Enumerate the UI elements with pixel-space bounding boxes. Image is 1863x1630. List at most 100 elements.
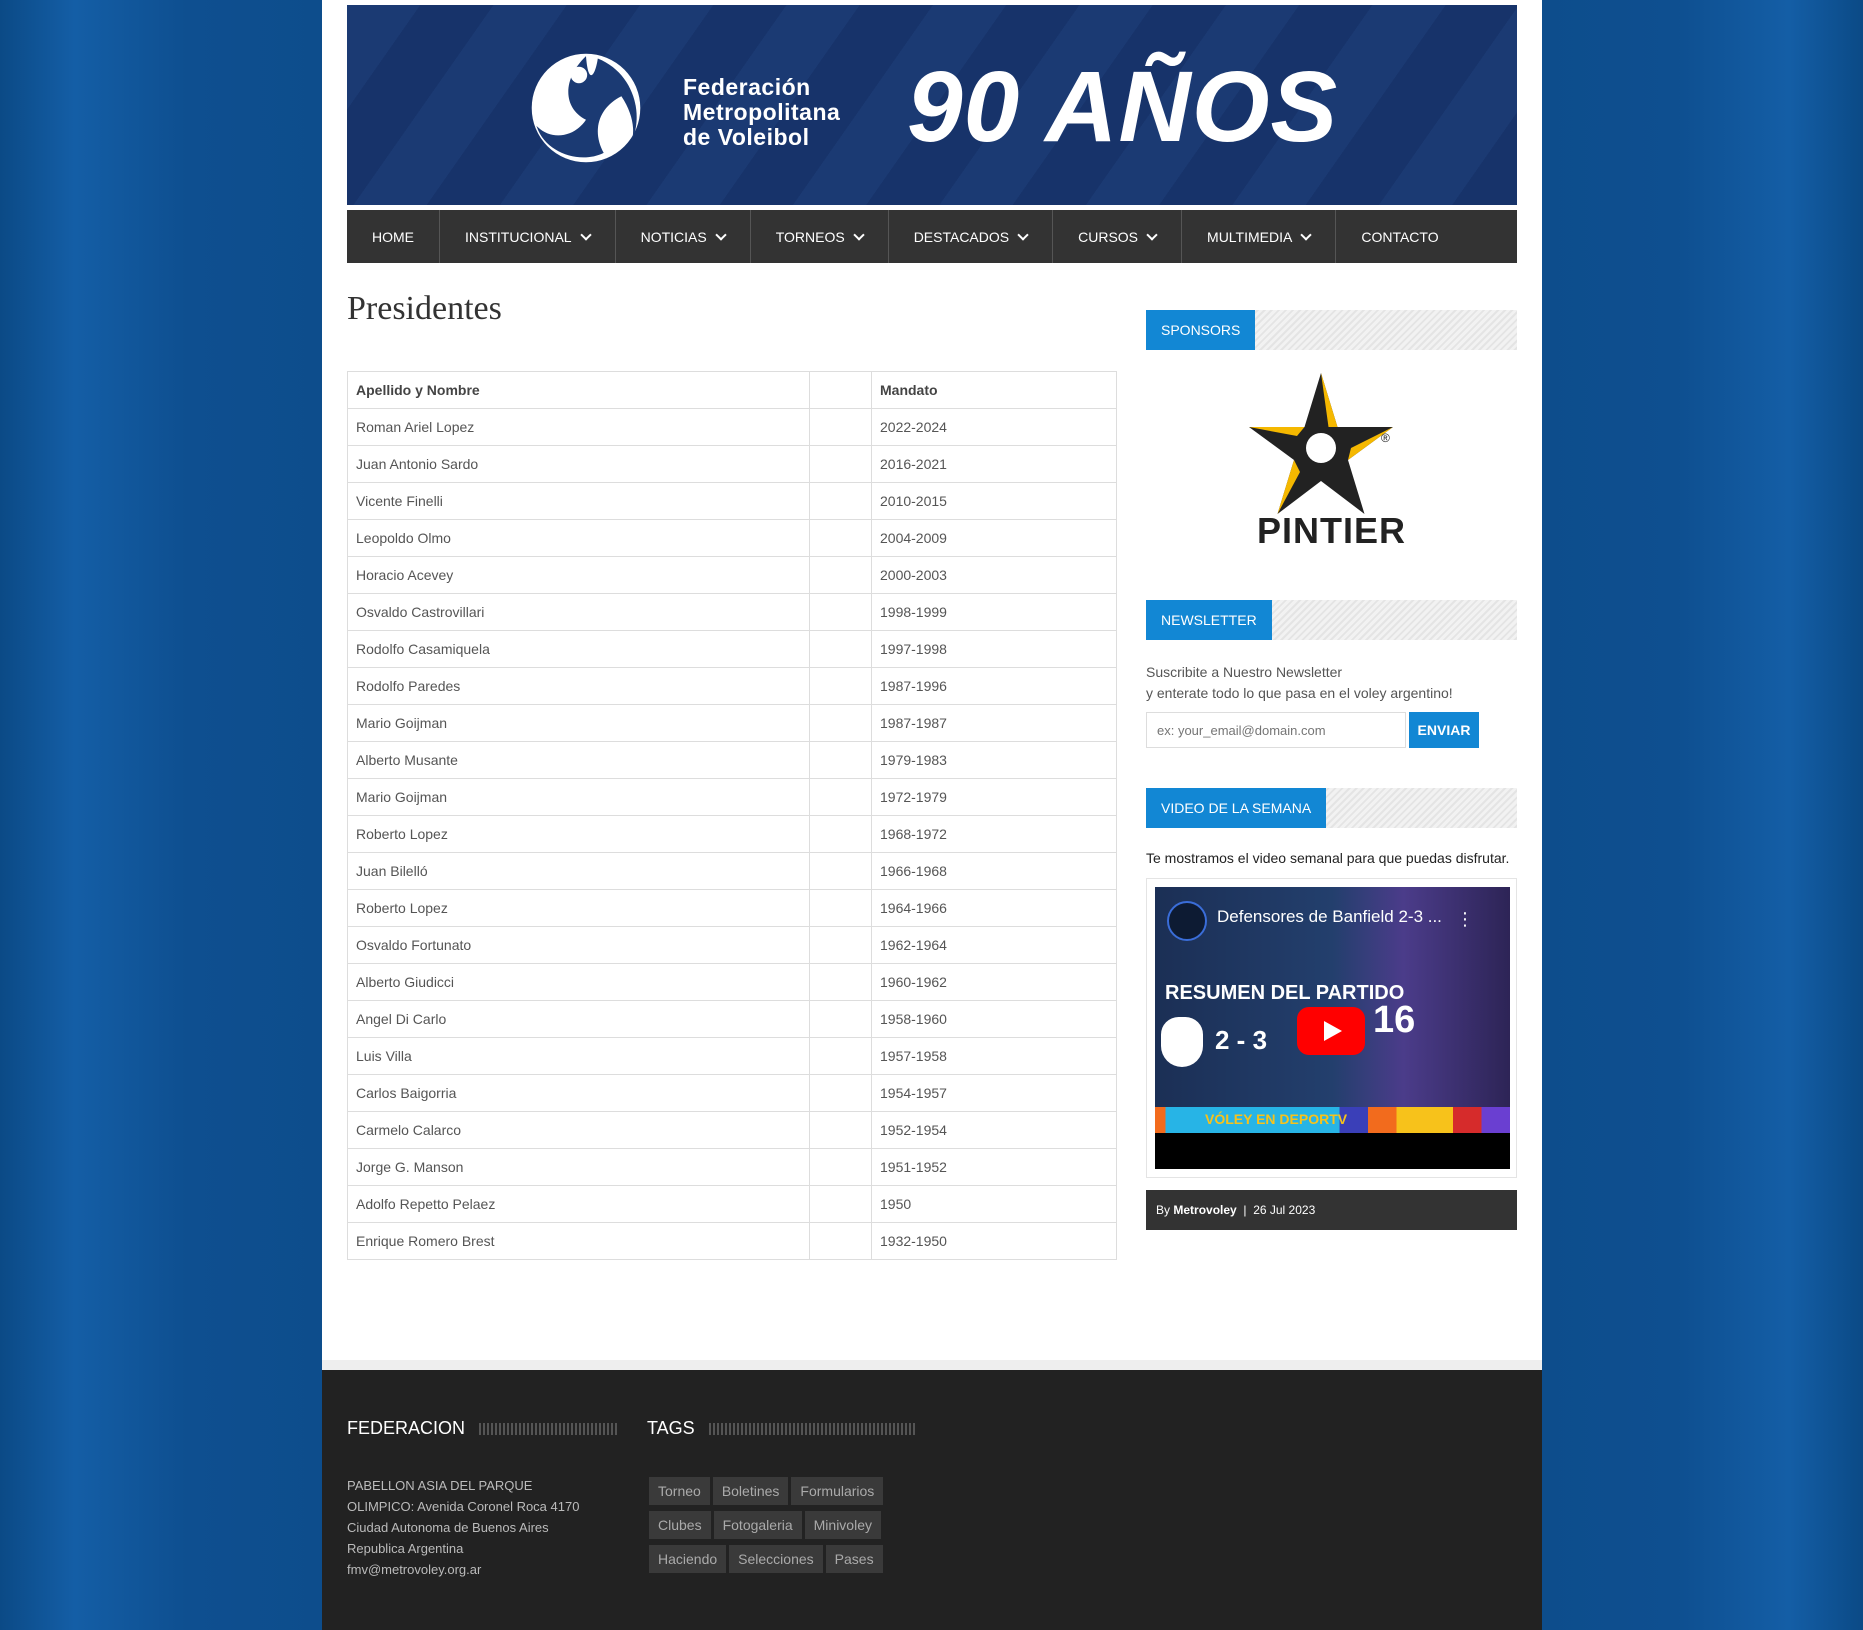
page-title: Presidentes [347, 290, 502, 327]
nav-institucional[interactable]: INSTITUCIONAL [440, 210, 616, 263]
nav-cursos[interactable]: CURSOS [1053, 210, 1183, 263]
mandate-years: 1979-1983 [871, 741, 1117, 779]
blank-cell [809, 1074, 872, 1112]
video-widget-header: VIDEO DE LA SEMANA [1146, 788, 1517, 828]
more-options-icon[interactable]: ⋮ [1456, 909, 1474, 930]
video-player[interactable]: Defensores de Banfield 2-3 ... ⋮ RESUMEN… [1155, 887, 1510, 1169]
tag-clubes[interactable]: Clubes [649, 1511, 711, 1539]
blank-cell [809, 556, 872, 594]
tag-torneo[interactable]: Torneo [649, 1477, 710, 1505]
nav-torneos[interactable]: TORNEOS [751, 210, 889, 263]
pintier-star-icon: ® [1249, 373, 1393, 514]
presidents-table: Apellido y Nombre Mandato Roman Ariel Lo… [347, 371, 1117, 1260]
nav-contacto[interactable]: CONTACTO [1336, 210, 1463, 263]
video-embed[interactable]: Defensores de Banfield 2-3 ... ⋮ RESUMEN… [1146, 878, 1517, 1178]
footer-email-link[interactable]: fmv@metrovoley.org.ar [347, 1559, 617, 1580]
meta-date: 26 Jul 2023 [1253, 1203, 1316, 1217]
mandate-years: 2004-2009 [871, 519, 1117, 557]
table-row: Roman Ariel Lopez 2022-2024 [347, 408, 1117, 446]
footer-address: PABELLON ASIA DEL PARQUE OLIMPICO: Aveni… [347, 1475, 617, 1580]
newsletter-line2: y enterate todo lo que pasa en el voley … [1146, 685, 1453, 701]
header-banner[interactable]: Federación Metropolitana de Voleibol 90 … [347, 5, 1517, 205]
tag-boletines[interactable]: Boletines [712, 1477, 789, 1505]
table-row: Mario Goijman 1972-1979 [347, 778, 1117, 816]
table-row: Rodolfo Casamiquela 1997-1998 [347, 630, 1117, 668]
president-name: Vicente Finelli [347, 482, 810, 520]
nav-multimedia[interactable]: MULTIMEDIA [1182, 210, 1337, 263]
president-name: Rodolfo Paredes [347, 667, 810, 705]
blank-cell [809, 1111, 872, 1149]
footer-federacion-header: FEDERACION [347, 1418, 620, 1439]
mandate-years: 1958-1960 [871, 1000, 1117, 1038]
mandate-years: 1962-1964 [871, 926, 1117, 964]
video-strip-text: VÓLEY EN DEPORTV [1205, 1111, 1348, 1127]
video-description: Te mostramos el video semanal para que p… [1146, 850, 1510, 866]
sponsor-logo[interactable]: ® PINTIER [1146, 370, 1517, 551]
header-dots-divider [479, 1423, 620, 1436]
blank-cell [809, 778, 872, 816]
team-crest-icon [1161, 1017, 1203, 1067]
blank-cell [809, 926, 872, 964]
table-row: Jorge G. Manson 1951-1952 [347, 1148, 1117, 1186]
president-name: Angel Di Carlo [347, 1000, 810, 1038]
chevron-down-icon [1300, 228, 1313, 241]
blank-cell [809, 630, 872, 668]
mandate-years: 1964-1966 [871, 889, 1117, 927]
table-row: Roberto Lopez 1968-1972 [347, 815, 1117, 853]
mandate-years: 1932-1950 [871, 1222, 1117, 1260]
header-dots-divider [708, 1423, 917, 1436]
meta-author-link[interactable]: Metrovoley [1173, 1203, 1236, 1217]
tag-selecciones[interactable]: Selecciones [729, 1545, 823, 1573]
table-row: Vicente Finelli 2010-2015 [347, 482, 1117, 520]
president-name: Juan Bilelló [347, 852, 810, 890]
tag-haciendo[interactable]: Haciendo [649, 1545, 727, 1573]
blank-cell [809, 963, 872, 1001]
mandate-years: 2010-2015 [871, 482, 1117, 520]
video-bottom-bar [1155, 1133, 1510, 1169]
video-meta: By Metrovoley | 26 Jul 2023 [1146, 1190, 1517, 1230]
video-overlay-score: 2 - 3 [1215, 1025, 1268, 1055]
newsletter-widget-header: NEWSLETTER [1146, 600, 1517, 640]
blank-cell [809, 667, 872, 705]
play-button-icon[interactable] [1297, 1007, 1365, 1055]
video-widget-title: VIDEO DE LA SEMANA [1146, 788, 1327, 828]
newsletter-line1: Suscribite a Nuestro Newsletter [1146, 664, 1343, 680]
chevron-down-icon [853, 228, 865, 241]
table-header-row: Apellido y Nombre Mandato [347, 371, 1117, 409]
federation-name-line2: Metropolitana [683, 99, 841, 125]
tag-fotogaleria[interactable]: Fotogaleria [713, 1511, 802, 1539]
player-jersey-number: 16 [1373, 999, 1416, 1041]
federation-name-line3: de Voleibol [683, 124, 810, 150]
chevron-down-icon [715, 228, 727, 241]
blank-cell [809, 704, 872, 742]
footer-tags-header: TAGS [647, 1418, 917, 1439]
president-name: Mario Goijman [347, 778, 810, 816]
nav-home[interactable]: HOME [347, 210, 440, 263]
main-nav: HOME INSTITUCIONAL NOTICIAS TORNEOS DEST… [347, 210, 1517, 263]
channel-avatar-icon[interactable] [1167, 901, 1207, 941]
nav-contacto-label: CONTACTO [1361, 228, 1439, 245]
address-line: Ciudad Autonoma de Buenos Aires [347, 1520, 549, 1535]
newsletter-email-input[interactable] [1146, 712, 1406, 748]
mandate-years: 2016-2021 [871, 445, 1117, 483]
column-header-name: Apellido y Nombre [347, 371, 810, 409]
newsletter-submit-button[interactable]: ENVIAR [1409, 712, 1479, 748]
address-line: Republica Argentina [347, 1541, 464, 1556]
mandate-years: 1968-1972 [871, 815, 1117, 853]
president-name: Osvaldo Castrovillari [347, 593, 810, 631]
video-title[interactable]: Defensores de Banfield 2-3 ... [1217, 907, 1442, 927]
presidents-table-body: Roman Ariel Lopez 2022-2024 Juan Antonio S… [347, 408, 1117, 1260]
blank-cell [809, 482, 872, 520]
blank-cell [809, 593, 872, 631]
mandate-years: 1997-1998 [871, 630, 1117, 668]
mandate-years: 1957-1958 [871, 1037, 1117, 1075]
video-color-strip: VÓLEY EN DEPORTV [1155, 1107, 1510, 1133]
tag-minivoley[interactable]: Minivoley [804, 1511, 881, 1539]
tag-pases[interactable]: Pases [825, 1545, 883, 1573]
nav-cursos-label: CURSOS [1078, 228, 1139, 245]
nav-destacados[interactable]: DESTACADOS [889, 210, 1054, 263]
nav-noticias[interactable]: NOTICIAS [616, 210, 751, 263]
blank-cell [809, 1037, 872, 1075]
mandate-years: 2022-2024 [871, 408, 1117, 446]
tag-formularios[interactable]: Formularios [791, 1477, 884, 1505]
